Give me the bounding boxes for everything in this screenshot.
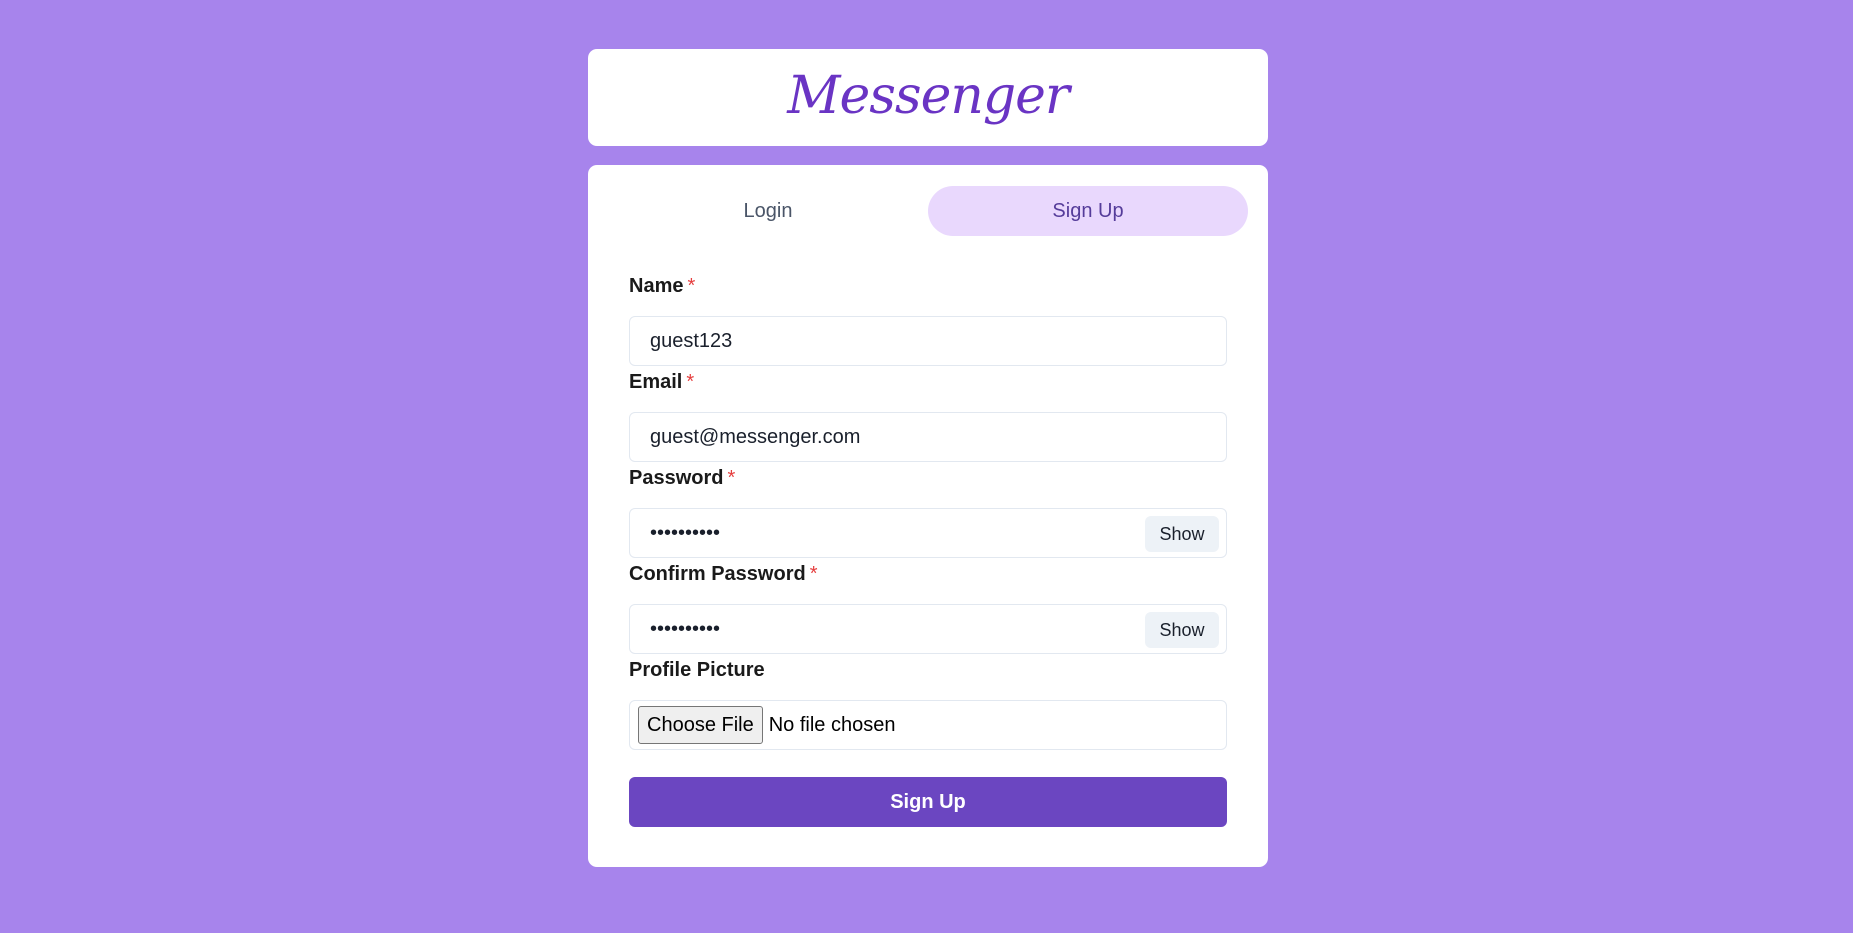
required-mark: * (687, 275, 696, 297)
auth-card: Login Sign Up Name* Email* Password* Sho… (588, 165, 1268, 867)
name-label-text: Name (629, 275, 684, 297)
name-input[interactable] (630, 317, 1226, 365)
tab-login[interactable]: Login (608, 186, 928, 236)
email-label: Email * (629, 371, 694, 394)
password-label-text: Password (629, 467, 724, 489)
profile-picture-field: Choose File No file chosen (629, 700, 1227, 750)
show-confirm-password-button[interactable]: Show (1145, 612, 1219, 648)
confirm-password-label: Confirm Password * (629, 563, 818, 586)
confirm-password-field-box: Show (629, 604, 1227, 654)
password-field-box: Show (629, 508, 1227, 558)
name-label: Name * (629, 275, 695, 298)
profile-picture-label-text: Profile Picture (629, 659, 765, 681)
page: Messenger Login Sign Up Name* Email* Pas… (0, 0, 1853, 933)
sign-up-button[interactable]: Sign Up (629, 777, 1227, 827)
password-label: Password * (629, 467, 735, 490)
email-field-box (629, 412, 1227, 462)
profile-picture-label: Profile Picture (629, 659, 765, 682)
choose-file-button[interactable]: Choose File (638, 706, 763, 744)
auth-tabs: Login Sign Up (608, 186, 1248, 236)
password-input[interactable] (630, 509, 1226, 557)
show-password-button[interactable]: Show (1145, 516, 1219, 552)
email-label-text: Email (629, 371, 683, 393)
file-status-text: No file chosen (768, 713, 896, 736)
required-mark: * (686, 371, 695, 393)
required-mark: * (809, 563, 818, 585)
app-logo: Messenger (787, 65, 1070, 126)
email-input[interactable] (630, 413, 1226, 461)
confirm-password-input[interactable] (630, 605, 1226, 653)
name-field-box (629, 316, 1227, 366)
confirm-password-label-text: Confirm Password (629, 563, 806, 585)
tab-sign-up[interactable]: Sign Up (928, 186, 1248, 236)
required-mark: * (727, 467, 736, 489)
logo-card: Messenger (588, 49, 1268, 146)
